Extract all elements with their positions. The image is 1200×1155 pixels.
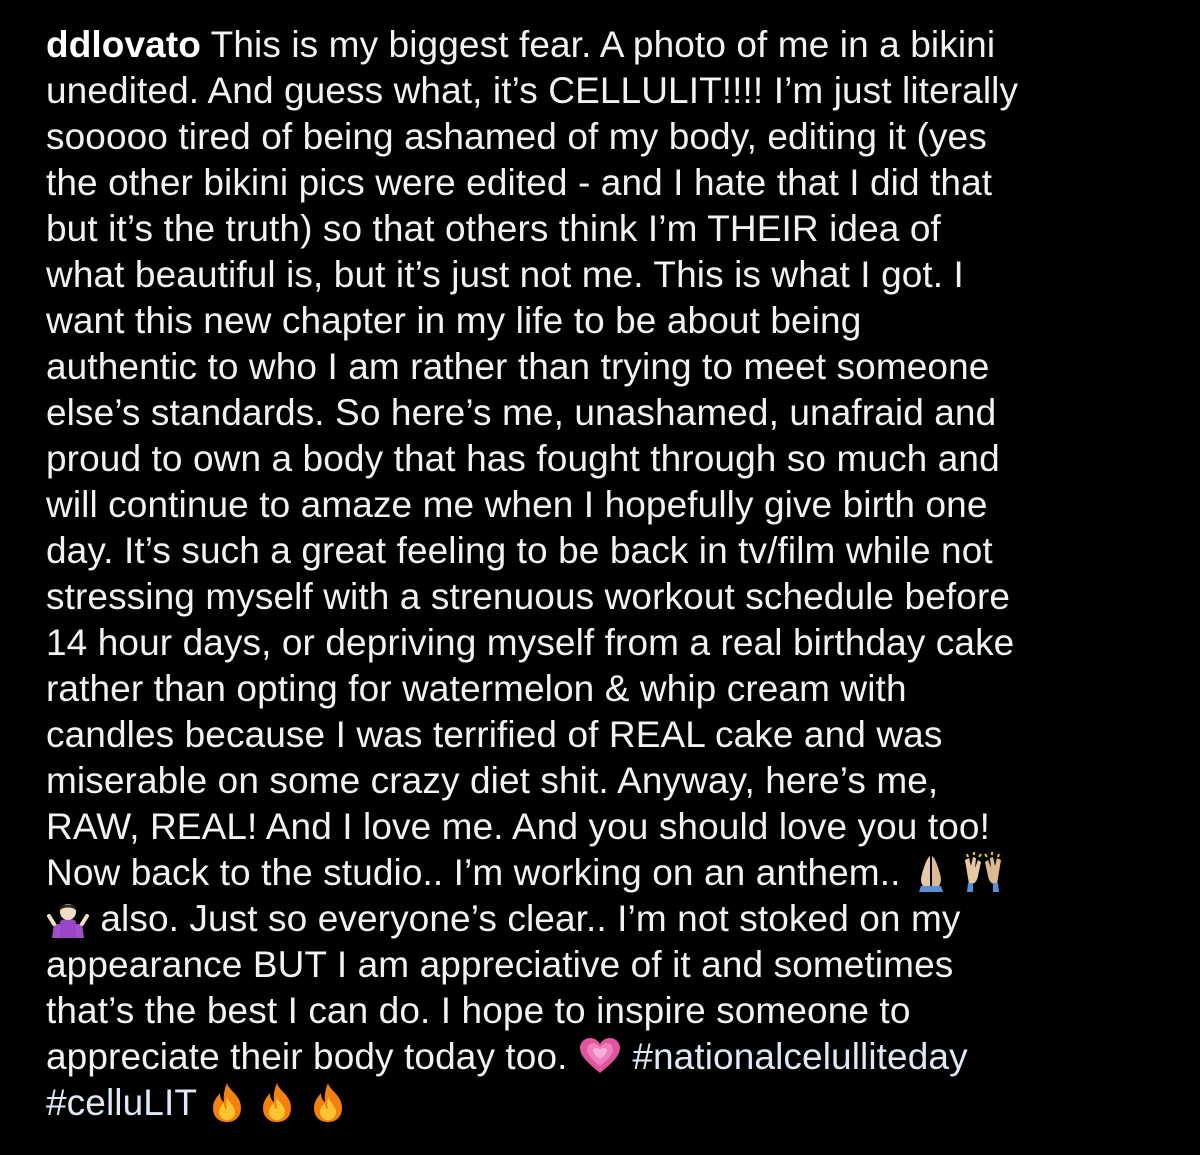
caption-line: #celluLIT [46, 1080, 1166, 1126]
caption-line: unedited. And guess what, it’s CELLULIT!… [46, 68, 1166, 114]
caption-text: Now back to the studio.. I’m working on … [46, 852, 901, 893]
caption-text: miserable on some crazy diet shit. Anywa… [46, 760, 939, 801]
fire-icon [257, 1081, 297, 1123]
caption-text: that’s the best I can do. I hope to insp… [46, 990, 911, 1031]
caption-text: but it’s the truth) so that others think… [46, 208, 941, 249]
caption-line: Now back to the studio.. I’m working on … [46, 850, 1166, 896]
caption-line: stressing myself with a strenuous workou… [46, 574, 1166, 620]
caption-line: miserable on some crazy diet shit. Anywa… [46, 758, 1166, 804]
growing-heart-icon [578, 1037, 622, 1075]
post-caption: ddlovato This is my biggest fear. A phot… [46, 22, 1166, 1126]
caption-line: also. Just so everyone’s clear.. I’m not… [46, 896, 1166, 942]
caption-text: also. Just so everyone’s clear.. I’m not… [90, 898, 961, 939]
caption-line: what beautiful is, but it’s just not me.… [46, 252, 1166, 298]
caption-line: rather than opting for watermelon & whip… [46, 666, 1166, 712]
caption-line: RAW, REAL! And I love me. And you should… [46, 804, 1166, 850]
person-shrugging-icon [46, 898, 90, 939]
caption-line: but it’s the truth) so that others think… [46, 206, 1166, 252]
caption-text: 14 hour days, or depriving myself from a… [46, 622, 1015, 663]
caption-line: else’s standards. So here’s me, unashame… [46, 390, 1166, 436]
fire-icon [207, 1081, 247, 1123]
caption-text: proud to own a body that has fought thro… [46, 438, 1000, 479]
caption-text: sooooo tired of being ashamed of my body… [46, 116, 987, 157]
hashtag-link[interactable]: #celluLIT [46, 1082, 196, 1123]
caption-line: want this new chapter in my life to be a… [46, 298, 1166, 344]
caption-text: else’s standards. So here’s me, unashame… [46, 392, 997, 433]
caption-text: the other bikini pics were edited - and … [46, 162, 993, 203]
caption-text: unedited. And guess what, it’s CELLULIT!… [46, 70, 1019, 111]
caption-line: 14 hour days, or depriving myself from a… [46, 620, 1166, 666]
folded-hands-icon [911, 852, 951, 893]
caption-line: the other bikini pics were edited - and … [46, 160, 1166, 206]
caption-text: candles because I was terrified of REAL … [46, 714, 943, 755]
caption-text: want this new chapter in my life to be a… [46, 300, 862, 341]
caption-text: RAW, REAL! And I love me. And you should… [46, 806, 990, 847]
caption-text: what beautiful is, but it’s just not me.… [46, 254, 964, 295]
caption-line: candles because I was terrified of REAL … [46, 712, 1166, 758]
caption-line: sooooo tired of being ashamed of my body… [46, 114, 1166, 160]
caption-line: authentic to who I am rather than trying… [46, 344, 1166, 390]
caption-line: proud to own a body that has fought thro… [46, 436, 1166, 482]
raising-hands-icon [961, 852, 1005, 893]
caption-text: stressing myself with a strenuous workou… [46, 576, 1011, 617]
hashtag-link[interactable]: #nationalcelulliteday [632, 1036, 967, 1077]
username-link[interactable]: ddlovato [46, 24, 201, 65]
caption-line: will continue to amaze me when I hopeful… [46, 482, 1166, 528]
caption-text: appearance BUT I am appreciative of it a… [46, 944, 954, 985]
caption-line: appreciate their body today too. #nation… [46, 1034, 1166, 1080]
caption-text: will continue to amaze me when I hopeful… [46, 484, 988, 525]
caption-line: ddlovato This is my biggest fear. A phot… [46, 22, 1166, 68]
caption-line: appearance BUT I am appreciative of it a… [46, 942, 1166, 988]
caption-text: day. It’s such a great feeling to be bac… [46, 530, 993, 571]
caption-text: This is my biggest fear. A photo of me i… [200, 24, 996, 65]
caption-text: authentic to who I am rather than trying… [46, 346, 990, 387]
caption-text: rather than opting for watermelon & whip… [46, 668, 907, 709]
fire-icon [308, 1081, 348, 1123]
caption-line: that’s the best I can do. I hope to insp… [46, 988, 1166, 1034]
caption-text: appreciate their body today too. [46, 1036, 568, 1077]
caption-line: day. It’s such a great feeling to be bac… [46, 528, 1166, 574]
